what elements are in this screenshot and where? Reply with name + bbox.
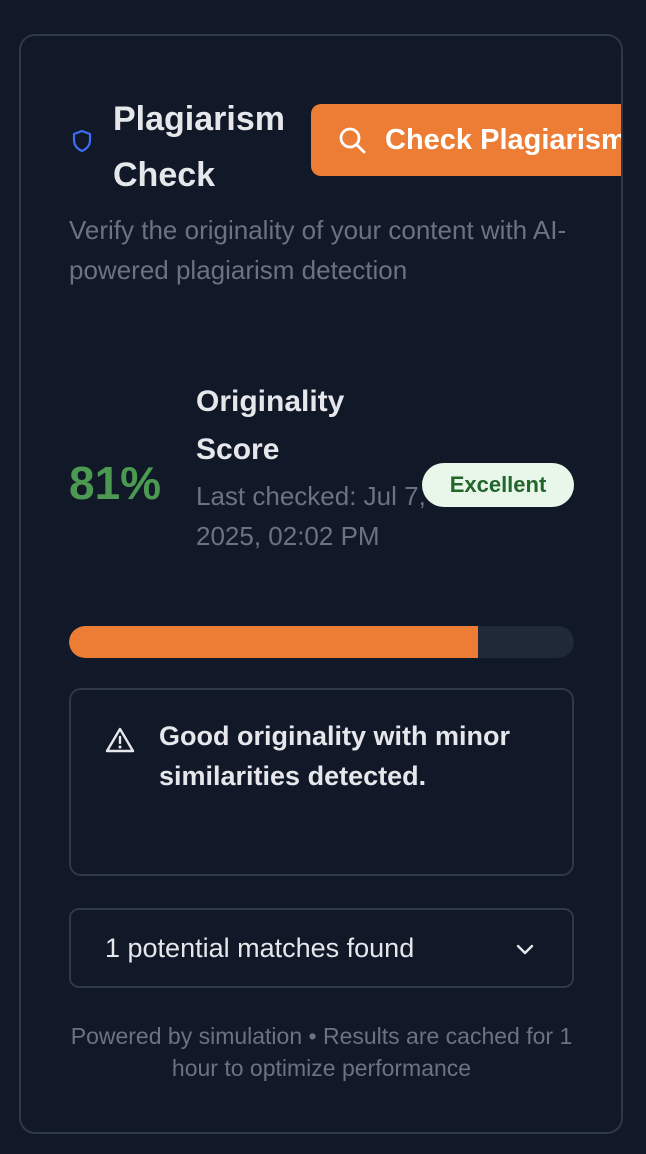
card-description: Verify the originality of your content w… — [69, 215, 567, 285]
last-checked-timestamp: Last checked: Jul 7, 2025, 02:02 PM — [196, 481, 426, 551]
potential-matches-label: 1 potential matches found — [105, 932, 415, 963]
originality-progress-fill — [69, 626, 479, 658]
plagiarism-check-card: Plagiarism Check Check Plagiarism Verify… — [19, 34, 623, 1134]
originality-score-label: Originality Score — [196, 385, 345, 466]
originality-progress-bar — [69, 626, 574, 658]
search-icon — [337, 125, 367, 155]
chevron-down-icon — [514, 938, 536, 960]
footer-note: Powered by simulation • Results are cach… — [70, 1023, 573, 1081]
warning-triangle-icon — [105, 726, 135, 754]
status-badge: Excellent — [422, 463, 574, 507]
alert-message: Good originality with minor similarities… — [159, 721, 510, 791]
originality-alert: Good originality with minor similarities… — [69, 688, 574, 876]
check-plagiarism-button[interactable]: Check Plagiarism — [311, 104, 623, 176]
check-plagiarism-label: Check Plagiarism — [385, 123, 623, 156]
potential-matches-toggle[interactable]: 1 potential matches found — [69, 908, 574, 988]
originality-score-value: 81% — [69, 457, 162, 509]
shield-icon — [71, 129, 93, 153]
card-header: Plagiarism Check Check Plagiarism — [21, 36, 621, 206]
card-title: Plagiarism Check — [113, 100, 285, 194]
